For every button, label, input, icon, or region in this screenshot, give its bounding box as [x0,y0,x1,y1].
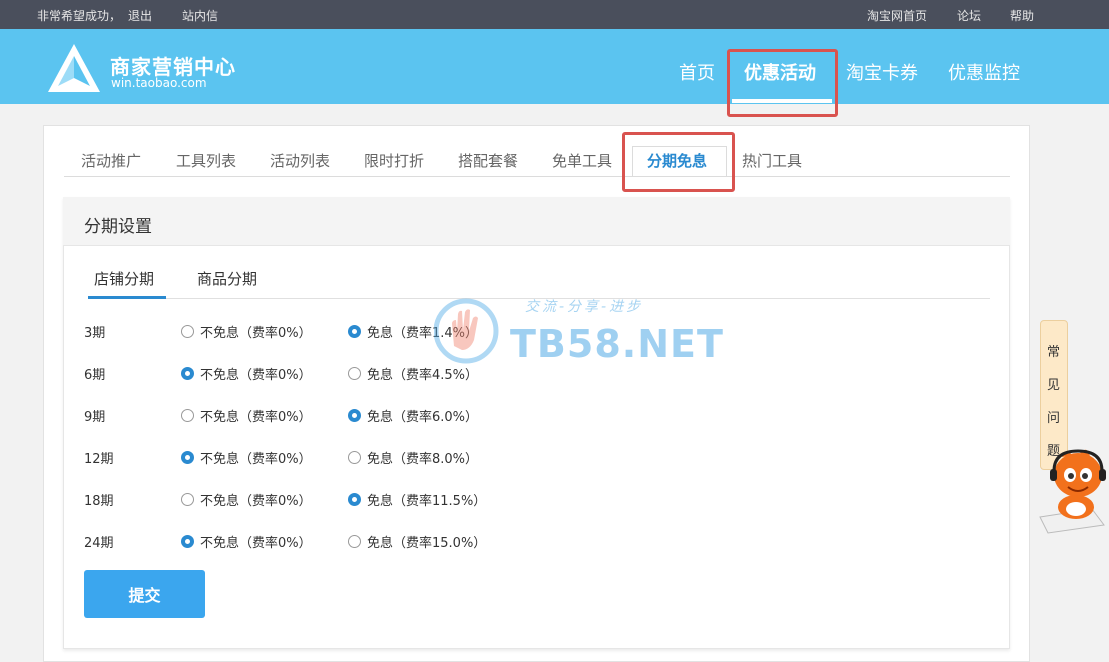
site-header: 商家营销中心 win.taobao.com 首页 优惠活动 淘宝卡券 优惠监控 [0,29,1109,104]
option-label[interactable]: 不免息（费率0%） [200,448,312,467]
logout-link[interactable]: 退出 [128,7,152,24]
radio-interest-free[interactable] [348,367,361,380]
radio-no-interest-free[interactable] [181,325,194,338]
greeting-text: 非常希望成功， [37,9,122,23]
highlight-box-nav [727,49,838,117]
subtab-free-order[interactable]: 免单工具 [552,150,612,171]
taobao-home-link[interactable]: 淘宝网首页 [867,7,927,24]
top-utility-bar: 非常希望成功， 退出 站内信 淘宝网首页 论坛 帮助 [0,0,1109,29]
watermark-text: TB58.NET [510,322,724,366]
nav-home[interactable]: 首页 [679,59,715,85]
inner-tab-active-bar [88,296,166,299]
radio-no-interest-free[interactable] [181,367,194,380]
tab-item-installment[interactable]: 商品分期 [197,268,257,289]
period-label: 18期 [84,494,114,509]
radio-interest-free[interactable] [348,493,361,506]
radio-no-interest-free[interactable] [181,451,194,464]
period-label: 24期 [84,536,114,551]
nav-monitor[interactable]: 优惠监控 [948,59,1020,85]
faq-char: 常 [1047,345,1061,360]
option-label[interactable]: 不免息（费率0%） [200,532,312,551]
period-label: 3期 [84,326,106,341]
panel-title: 分期设置 [84,217,152,237]
period-label: 6期 [84,368,106,383]
forum-link[interactable]: 论坛 [957,7,981,24]
radio-interest-free[interactable] [348,535,361,548]
watermark-slogan: 交流-分享-进步 [525,299,644,315]
period-label: 12期 [84,452,114,467]
submit-button[interactable]: 提交 [84,570,205,618]
option-label[interactable]: 免息（费率1.4%） [367,322,478,341]
option-label[interactable]: 免息（费率4.5%） [367,364,478,383]
logo-subtitle: win.taobao.com [111,76,207,90]
radio-interest-free[interactable] [348,325,361,338]
option-label[interactable]: 不免息（费率0%） [200,406,312,425]
subtab-bundle[interactable]: 搭配套餐 [458,150,518,171]
panel-header [63,197,1010,246]
option-label[interactable]: 不免息（费率0%） [200,364,312,383]
radio-interest-free[interactable] [348,451,361,464]
logo-triangle-icon[interactable] [46,42,102,94]
radio-no-interest-free[interactable] [181,409,194,422]
help-link[interactable]: 帮助 [1010,7,1034,24]
subtab-tool-list[interactable]: 工具列表 [176,150,236,171]
option-label[interactable]: 不免息（费率0%） [200,322,312,341]
radio-no-interest-free[interactable] [181,535,194,548]
option-label[interactable]: 不免息（费率0%） [200,490,312,509]
mascot-icon[interactable] [1032,445,1109,535]
option-label[interactable]: 免息（费率8.0%） [367,448,478,467]
faq-char: 见 [1047,378,1061,393]
subtab-campaign-promo[interactable]: 活动推广 [81,150,141,171]
messages-link[interactable]: 站内信 [182,7,218,24]
highlight-box-subtab [622,132,735,192]
option-label[interactable]: 免息（费率6.0%） [367,406,478,425]
subtab-campaign-list[interactable]: 活动列表 [270,150,330,171]
option-label[interactable]: 免息（费率11.5%） [367,490,486,509]
nav-coupons[interactable]: 淘宝卡券 [846,59,918,85]
subtab-flash-discount[interactable]: 限时打折 [364,150,424,171]
radio-interest-free[interactable] [348,409,361,422]
tab-shop-installment[interactable]: 店铺分期 [94,268,154,289]
option-label[interactable]: 免息（费率15.0%） [367,532,486,551]
faq-char: 问 [1047,411,1061,426]
period-label: 9期 [84,410,106,425]
subtab-divider [64,176,1010,177]
radio-no-interest-free[interactable] [181,493,194,506]
subtab-hot-tools[interactable]: 热门工具 [742,150,802,171]
